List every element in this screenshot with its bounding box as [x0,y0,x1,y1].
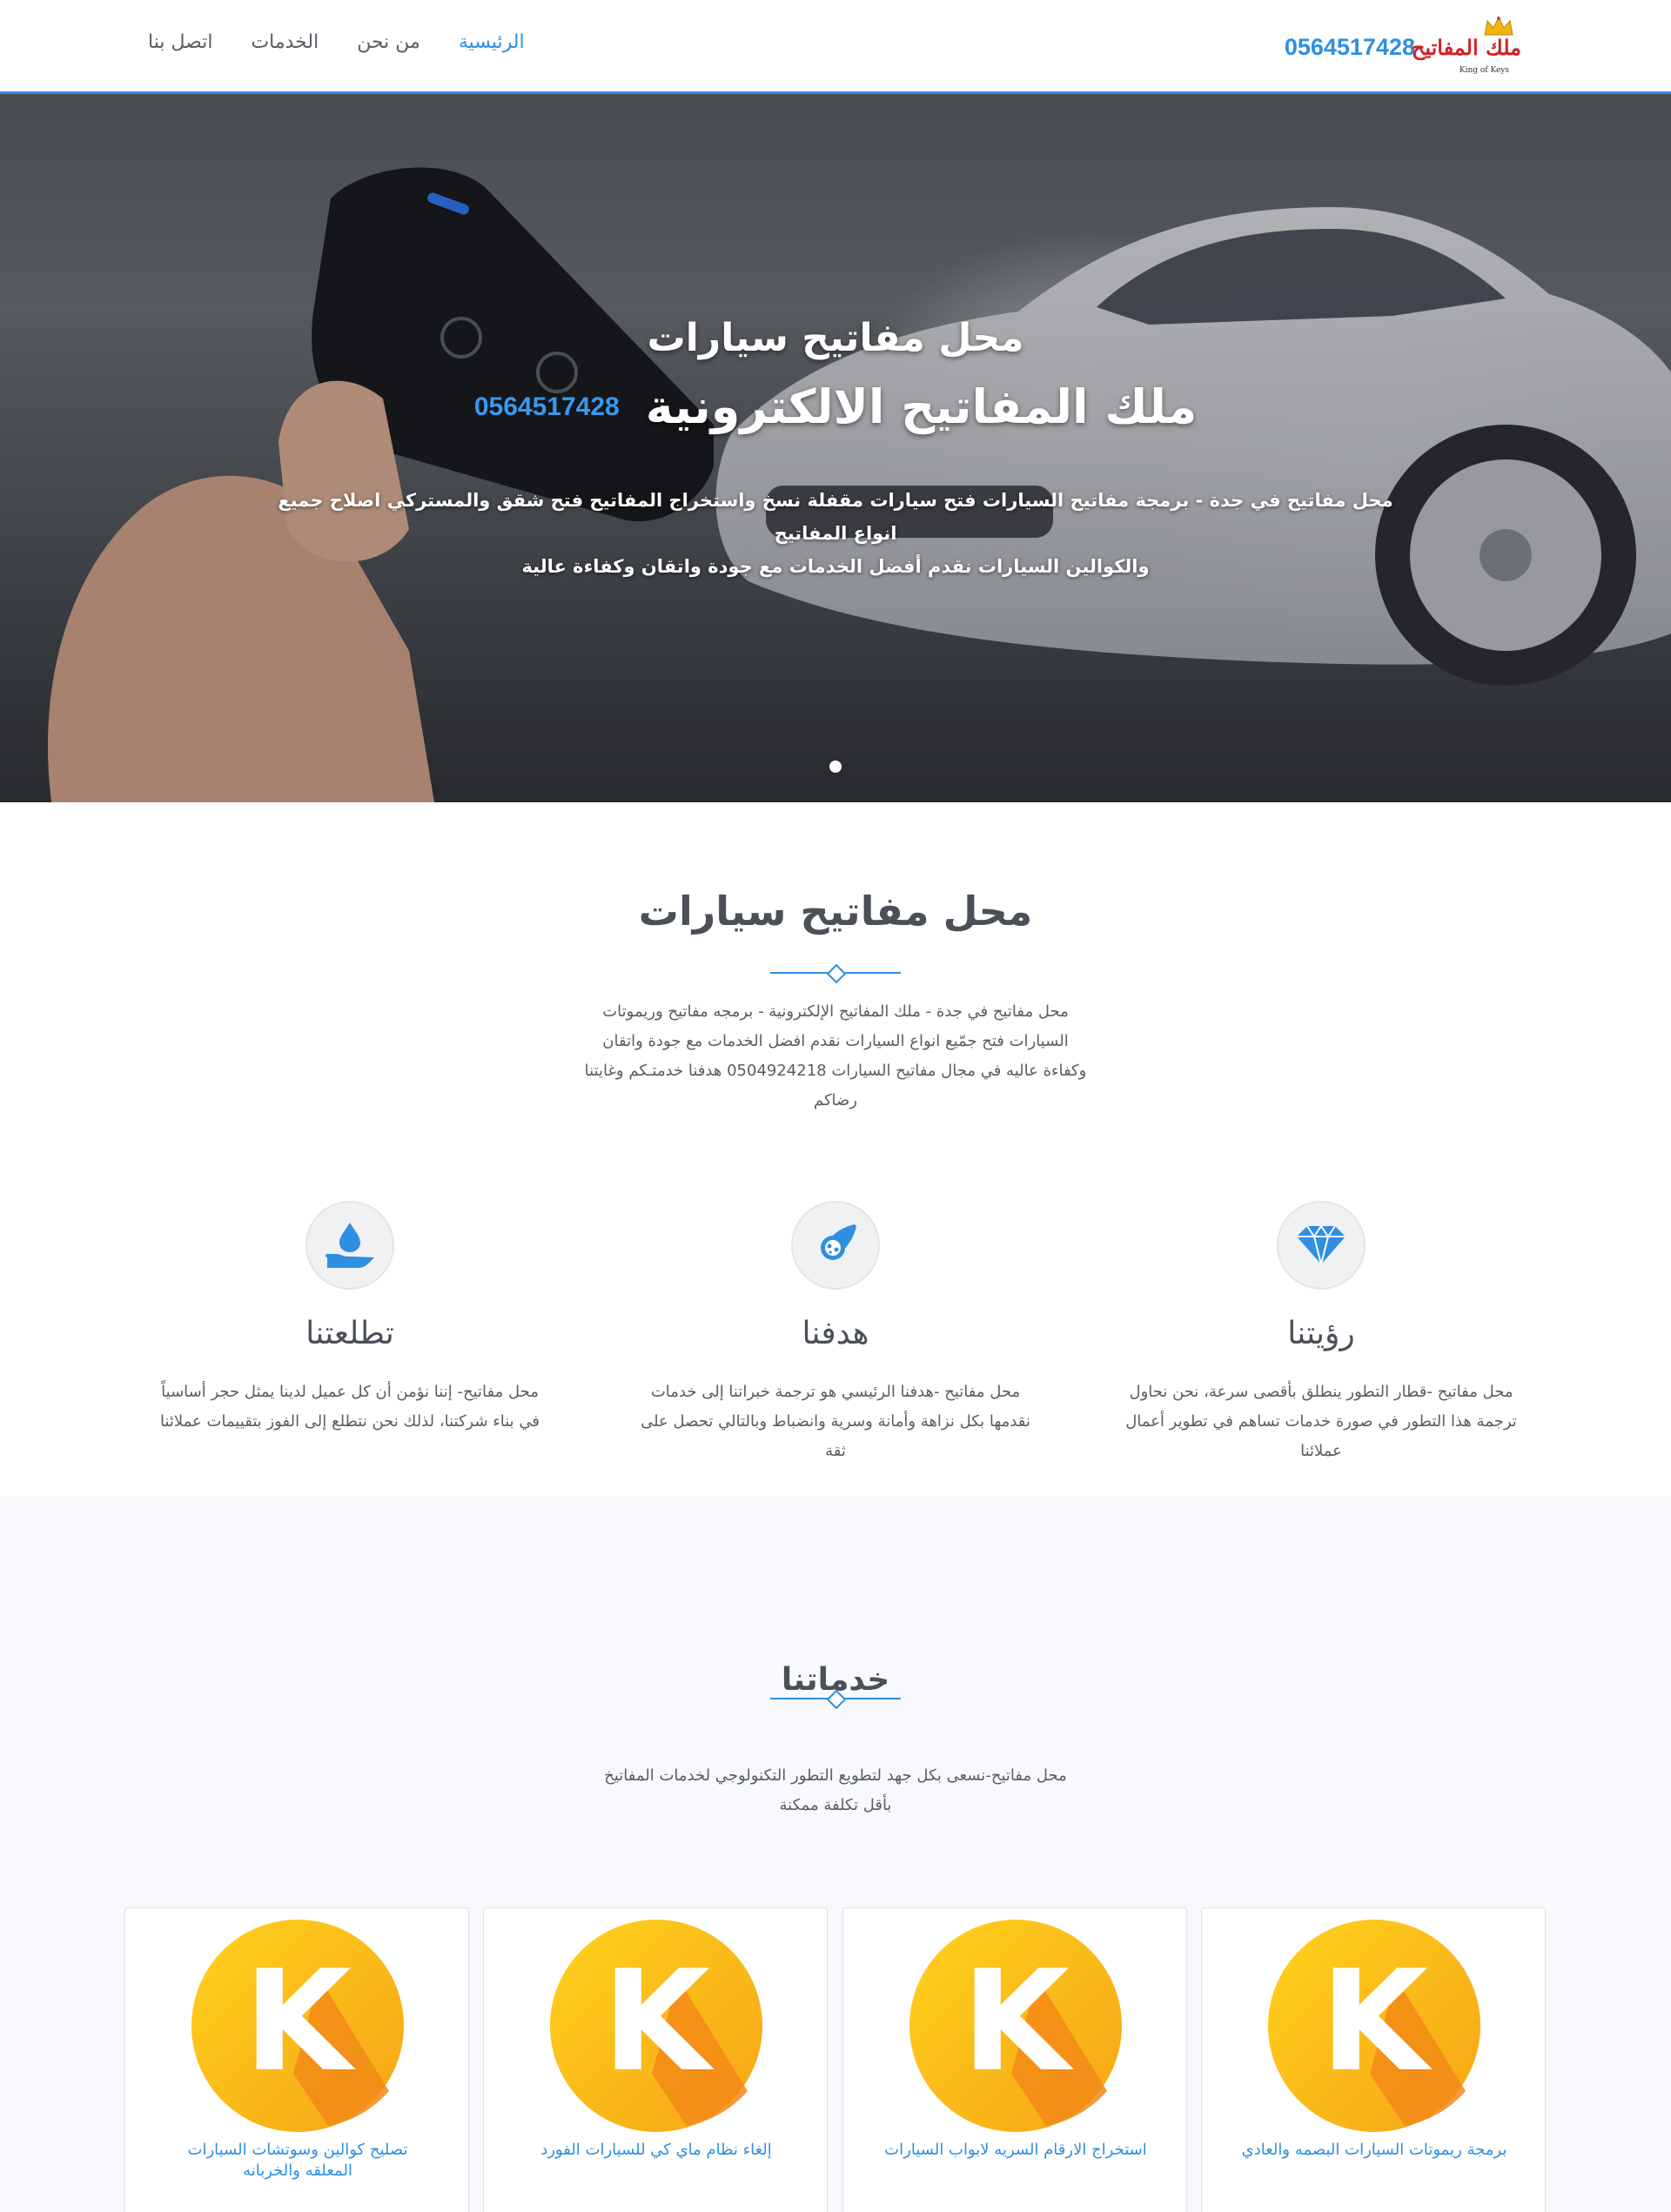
section-divider [770,964,901,982]
svg-text:K: K [602,1940,715,2102]
k-logo-icon: K [191,1920,404,2132]
feature-text-line: ثقة [825,1442,846,1460]
feature-title: رؤيتنا [1287,1316,1355,1351]
rocket-icon [821,1224,856,1260]
about-text-line: وكفاءة عاليه في مجال مفاتيح السيارات 050… [584,1062,1087,1080]
header-phone-link[interactable]: 0564517428 [1285,34,1415,61]
nav-item-services[interactable]: الخدمات [251,31,319,53]
service-card-title-line: إلغاء نظام ماي كي للسيارات الفورد [540,2141,772,2159]
brand[interactable]: ملك المفاتيح King of Keys 0564517428 [1285,16,1521,78]
svg-text:K: K [244,1940,356,2102]
k-logo-icon: K [1268,1920,1480,2132]
service-card-title: تصليح كوالين وسوتشات السيارات المعلقه وا… [143,2140,453,2182]
service-card[interactable]: K استخراج الارقام السريه لابواب السيارات [842,1907,1187,2212]
feature-text-line: ترجمة هذا التطور في صورة خدمات تساهم في … [1125,1412,1517,1431]
feature-title: هدفنا [802,1316,869,1351]
feature-text-line: في بناء شركتنا، لذلك نحن نتطلع إلى الفوز… [159,1412,540,1431]
feature-icon-circle [791,1201,880,1290]
about-title: محل مفاتيح سيارات [638,888,1033,935]
service-card-title: برمجة ريموتات السيارات البصمه والعادي [1219,2140,1529,2161]
feature-text-line: عملائنا [1300,1442,1342,1460]
hero-description: محل مفاتيح في جدة - برمجة مفاتيح السيارا… [261,484,1410,583]
service-card-title-line: تصليح كوالين وسوتشات السيارات [187,2141,408,2159]
nav-item-about[interactable]: من نحن [357,31,420,53]
feature-text-line: نقدمها بكل نزاهة وأمانة وسرية وانضباط وب… [641,1412,1030,1431]
services-text-line: محل مفاتيح-نسعى بكل جهد لتطويع التطور ال… [604,1766,1067,1785]
service-card-title: استخراج الارقام السريه لابواب السيارات [861,2140,1171,2161]
hero-title: محل مفاتيح سيارات [647,316,1024,360]
main-nav: الرئيسية من نحن الخدمات اتصل بنا [148,31,525,53]
service-card-title-line: استخراج الارقام السريه لابواب السيارات [884,2141,1147,2159]
nav-item-contact[interactable]: اتصل بنا [148,31,212,53]
feature-icon-circle [1277,1201,1366,1290]
feature-icon-circle [305,1201,394,1290]
feature-text-line: محل مفاتيح -قطار التطور ينطلق بأقصى سرعة… [1129,1383,1513,1401]
about-text-line: رضاكم [813,1091,857,1109]
feature-goal: هدفنا محل مفاتيح -هدفنا الرئيسي هو ترجمة… [609,1201,1062,1466]
logo-subtext: King of Keys [1459,66,1509,75]
hero-phone-link[interactable]: 0564517428 [474,392,620,422]
nav-item-home[interactable]: الرئيسية [459,31,525,53]
service-card-title-line: برمجة ريموتات السيارات البصمه والعادي [1241,2141,1507,2159]
logo-text: ملك المفاتيح [1411,35,1521,60]
hero-overlay [0,94,1671,802]
about-text-line: السيارات فتح جمّيع انواع السيارات نقدم ا… [602,1032,1069,1050]
feature-text: محل مفاتيح -هدفنا الرئيسي هو ترجمة خبرات… [609,1377,1062,1466]
service-card[interactable]: K برمجة ريموتات السيارات البصمه والعادي [1201,1907,1546,2212]
feature-text-line: محل مفاتيح -هدفنا الرئيسي هو ترجمة خبرات… [650,1383,1021,1401]
slider-indicator-dot[interactable] [829,761,842,773]
svg-text:K: K [1320,1940,1433,2102]
services-wave-divider [0,1497,1671,1584]
feature-vision: رؤيتنا محل مفاتيح -قطار التطور ينطلق بأق… [1095,1201,1547,1466]
k-logo-icon: K [550,1920,762,2132]
water-drop-hand-icon [325,1223,374,1268]
service-card-title: إلغاء نظام ماي كي للسيارات الفورد [501,2140,811,2161]
feature-text: محل مفاتيح- إننا نؤمن أن كل عميل لدينا ي… [124,1377,576,1437]
hero-description-line: والكوالين السيارات نقدم أفضل الخدمات مع … [521,556,1150,577]
about-text-line: محل مفاتيح في جدة - ملك المفاتيح الإلكتر… [602,1002,1069,1021]
diamond-icon [1297,1224,1346,1265]
feature-text-line: محل مفاتيح- إننا نؤمن أن كل عميل لدينا ي… [161,1383,539,1401]
service-card[interactable]: K إلغاء نظام ماي كي للسيارات الفورد [483,1907,828,2212]
service-card[interactable]: K تصليح كوالين وسوتشات السيارات المعلقه … [124,1907,469,2212]
k-logo-icon: K [909,1920,1122,2132]
section-divider [770,1690,901,1707]
feature-aspiration: تطلعتنا محل مفاتيح- إننا نؤمن أن كل عميل… [124,1201,576,1437]
site-logo[interactable]: ملك المفاتيح King of Keys [1412,16,1521,78]
hero-subtitle-row: ملك المفاتيح الالكترونية 0564517428 [453,379,1218,434]
services-text: محل مفاتيح-نسعى بكل جهد لتطويع التطور ال… [548,1761,1123,1820]
svg-text:K: K [962,1940,1074,2102]
hero-description-line: محل مفاتيح في جدة - برمجة مفاتيح السيارا… [278,490,1393,544]
about-text: محل مفاتيح في جدة - ملك المفاتيح الإلكتر… [548,997,1123,1116]
services-text-line: بأقل تكلفة ممكنة [779,1796,892,1814]
feature-title: تطلعتنا [305,1316,394,1351]
service-card-title-line: المعلقه والخربانه [243,2162,352,2180]
hero-slider: محل مفاتيح سيارات ملك المفاتيح الالكترون… [0,94,1671,802]
hero-subtitle: ملك المفاتيح الالكترونية [645,379,1198,434]
top-navbar: ملك المفاتيح King of Keys 0564517428 الر… [0,0,1671,94]
feature-text: محل مفاتيح -قطار التطور ينطلق بأقصى سرعة… [1095,1377,1547,1466]
